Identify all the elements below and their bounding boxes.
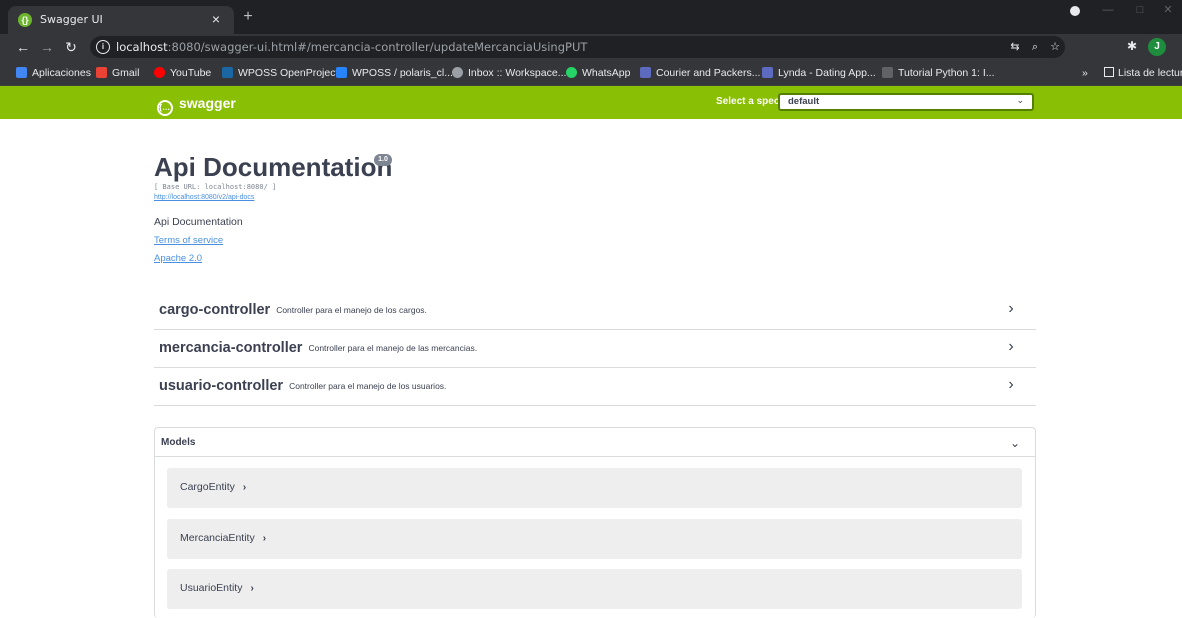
- controller-description: Controller para el manejo de las mercanc…: [308, 343, 478, 353]
- bookmark-star-icon[interactable]: ☆: [1048, 40, 1062, 54]
- controller-description: Controller para el manejo de los usuario…: [289, 381, 447, 391]
- bookmark-tutorial-python[interactable]: Tutorial Python 1: I...: [882, 66, 995, 80]
- bookmarks-bar: Aplicaciones Gmail YouTube WPOSS OpenPro…: [0, 60, 1182, 86]
- models-title[interactable]: Models: [161, 437, 195, 448]
- reading-list-icon: [1104, 67, 1114, 77]
- model-name: MercanciaEntity ›: [180, 532, 267, 544]
- gmail-icon: [96, 67, 107, 78]
- profile-indicator-icon[interactable]: [1070, 6, 1080, 16]
- openproject-icon: [222, 67, 233, 78]
- model-row-cargo-entity[interactable]: CargoEntity ›: [167, 468, 1022, 508]
- close-tab-icon[interactable]: ×: [208, 11, 224, 27]
- maximize-window-button[interactable]: □: [1132, 4, 1148, 24]
- apps-grid-icon: [16, 67, 27, 78]
- chevron-right-icon[interactable]: ›: [1004, 300, 1018, 318]
- tutorial-icon: [882, 67, 893, 78]
- browser-tab-bar: {} Swagger UI × + — □ ✕: [0, 0, 1182, 34]
- swagger-logo-icon: {…}: [157, 100, 173, 116]
- spec-select[interactable]: default ⌄: [778, 93, 1034, 111]
- bookmark-wposs-openproject[interactable]: WPOSS OpenProject: [222, 66, 338, 80]
- inbox-icon: [452, 67, 463, 78]
- version-badge: 1.0: [374, 154, 392, 166]
- new-tab-button[interactable]: +: [240, 9, 256, 26]
- reload-icon[interactable]: ↻: [62, 38, 80, 56]
- zoom-icon[interactable]: ⌕: [1028, 40, 1042, 54]
- controller-name: cargo-controller Controller para el manej…: [159, 302, 427, 318]
- extensions-puzzle-icon[interactable]: ✱: [1124, 38, 1140, 54]
- browser-tab[interactable]: {} Swagger UI ×: [8, 6, 234, 34]
- reading-list-button[interactable]: Lista de lectura: [1104, 66, 1182, 80]
- forward-arrow-icon[interactable]: →: [38, 38, 56, 56]
- model-name: UsuarioEntity ›: [180, 582, 254, 594]
- chevron-down-icon: ⌄: [1016, 95, 1024, 105]
- spec-select-label: Select a spec: [716, 96, 780, 107]
- bookmark-youtube[interactable]: YouTube: [154, 66, 211, 80]
- url-path: :8080/swagger-ui.html#/mercancia-control…: [167, 40, 588, 54]
- controller-name: usuario-controller Controller para el man…: [159, 378, 447, 394]
- controller-name: mercancia-controller Controller para el m…: [159, 340, 478, 356]
- chevron-right-icon: ›: [262, 533, 267, 544]
- bookmark-courier-packers[interactable]: Courier and Packers...: [640, 66, 760, 80]
- base-url: [ Base URL: localhost:8080/ ]: [154, 183, 277, 191]
- site-info-icon[interactable]: i: [96, 40, 110, 54]
- bookmark-apps[interactable]: Aplicaciones: [16, 66, 91, 80]
- url-host: localhost: [116, 40, 168, 54]
- address-bar[interactable]: i localhost:8080/swagger-ui.html#/mercan…: [90, 36, 1065, 58]
- bookmark-lynda[interactable]: Lynda - Dating App...: [762, 66, 876, 80]
- model-row-usuario-entity[interactable]: UsuarioEntity ›: [167, 569, 1022, 609]
- chevron-down-icon[interactable]: ⌄: [1007, 435, 1023, 451]
- controller-description: Controller para el manejo de los cargos.: [276, 305, 427, 315]
- profile-avatar[interactable]: J: [1148, 38, 1166, 56]
- model-row-mercancia-entity[interactable]: MercanciaEntity ›: [167, 519, 1022, 559]
- terms-of-service-link[interactable]: Terms of service: [154, 235, 223, 246]
- chevron-right-icon: ›: [242, 482, 247, 493]
- chevron-right-icon[interactable]: ›: [1004, 376, 1018, 394]
- translate-icon[interactable]: ⇆: [1008, 40, 1022, 54]
- chevron-right-icon[interactable]: ›: [1004, 338, 1018, 356]
- youtube-icon: [154, 67, 165, 78]
- page-title: Api Documentation: [154, 152, 393, 182]
- api-description: Api Documentation: [154, 216, 243, 228]
- swagger-topbar: {…} swagger Select a spec default ⌄: [0, 86, 1182, 119]
- minimize-window-button[interactable]: —: [1100, 4, 1116, 24]
- swagger-favicon-icon: {}: [18, 13, 32, 27]
- whatsapp-icon: [566, 67, 577, 78]
- controller-section-usuario[interactable]: usuario-controller Controller para el man…: [154, 368, 1036, 406]
- tab-title: Swagger UI: [40, 13, 103, 26]
- license-link[interactable]: Apache 2.0: [154, 253, 202, 264]
- models-divider: [155, 456, 1035, 457]
- controller-section-cargo[interactable]: cargo-controller Controller para el manej…: [154, 292, 1036, 330]
- chevron-right-icon: ›: [250, 583, 254, 594]
- browser-toolbar: ← → ↻ i localhost:8080/swagger-ui.html#/…: [0, 34, 1182, 60]
- api-docs-link[interactable]: http://localhost:8080/v2/api-docs: [154, 194, 254, 201]
- more-bookmarks-button[interactable]: »: [1082, 66, 1088, 80]
- models-section: Models ⌄ CargoEntity › MercanciaEntity › U…: [154, 427, 1036, 618]
- controller-section-mercancia[interactable]: mercancia-controller Controller para el m…: [154, 330, 1036, 368]
- swagger-logo[interactable]: {…} swagger: [157, 93, 236, 116]
- url-text[interactable]: localhost:8080/swagger-ui.html#/mercanci…: [116, 40, 587, 54]
- courier-icon: [640, 67, 651, 78]
- back-arrow-icon[interactable]: ←: [14, 38, 32, 56]
- model-name: CargoEntity ›: [180, 481, 247, 493]
- bookmark-whatsapp[interactable]: WhatsApp: [566, 66, 630, 80]
- lynda-icon: [762, 67, 773, 78]
- bookmark-gmail[interactable]: Gmail: [96, 66, 139, 80]
- close-window-button[interactable]: ✕: [1160, 3, 1176, 23]
- bookmark-wposs-polaris[interactable]: WPOSS / polaris_cl...: [336, 66, 453, 80]
- jira-icon: [336, 67, 347, 78]
- bookmark-inbox-workspace[interactable]: Inbox :: Workspace...: [452, 66, 566, 80]
- spec-select-value: default: [788, 96, 820, 107]
